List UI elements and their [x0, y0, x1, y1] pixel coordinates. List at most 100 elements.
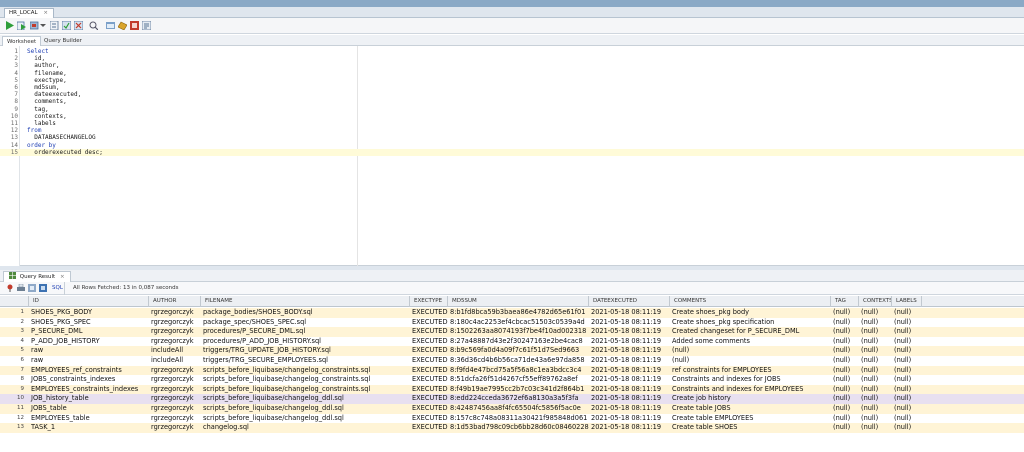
- table-row[interactable]: 11 JOBS_table rgrzegorczyk scripts_before_l…: [0, 404, 1024, 414]
- cell-md5sum[interactable]: 8:edd224cceda3672ef6a8130a3a5f3fa: [448, 394, 589, 404]
- cell-labels[interactable]: (null): [892, 423, 922, 433]
- cell-id[interactable]: raw: [29, 356, 149, 366]
- cell-md5sum[interactable]: 8:42487456aa8f4fc65504fc5856f5ac0e: [448, 404, 589, 414]
- tab-query-builder[interactable]: Query Builder: [40, 36, 86, 46]
- cell-dateexecuted[interactable]: 2021-05-18 08:11:19: [589, 356, 670, 366]
- table-row[interactable]: 7 EMPLOYEES_ref_constraints rgrzegorczyk sc…: [0, 365, 1024, 376]
- column-header-comments[interactable]: COMMENTS: [670, 296, 831, 307]
- table-row[interactable]: 5 raw includeAll triggers/TRG_UPDATE_JOB_HI…: [0, 346, 1024, 356]
- cell-contexts[interactable]: (null): [859, 327, 892, 337]
- format-icon[interactable]: [130, 21, 139, 30]
- code-line[interactable]: 5 exectype,: [0, 77, 1024, 84]
- cell-labels[interactable]: (null): [892, 308, 922, 318]
- cell-author[interactable]: rgrzegorczyk: [149, 375, 201, 385]
- cell-tag[interactable]: (null): [831, 318, 859, 328]
- cell-labels[interactable]: (null): [892, 356, 922, 366]
- cell-contexts[interactable]: (null): [859, 318, 892, 328]
- cell-contexts[interactable]: (null): [859, 356, 892, 366]
- cell-id[interactable]: EMPLOYEES_ref_constraints: [29, 366, 149, 376]
- code-line[interactable]: 6 md5sum,: [0, 84, 1024, 91]
- cell-labels[interactable]: (null): [892, 346, 922, 356]
- table-row[interactable]: 2 SHOES_PKG_SPEC rgrzegorczyk package_spec/…: [0, 317, 1024, 328]
- clear-eraser-icon[interactable]: [117, 21, 128, 31]
- column-header-filename[interactable]: FILENAME: [201, 296, 410, 307]
- cell-dateexecuted[interactable]: 2021-05-18 08:11:19: [589, 394, 670, 404]
- column-header-contexts[interactable]: CONTEXTS: [859, 296, 892, 307]
- cell-filename[interactable]: package_bodies/SHOES_BODY.sql: [201, 308, 410, 318]
- cell-dateexecuted[interactable]: 2021-05-18 08:11:19: [589, 375, 670, 385]
- run-statement-icon[interactable]: [5, 21, 14, 30]
- cell-id[interactable]: JOBS_constraints_indexes: [29, 375, 149, 385]
- cell-comments[interactable]: Added some comments: [670, 337, 831, 347]
- table-row[interactable]: 3 P_SECURE_DML rgrzegorczyk procedures/P_SE…: [0, 327, 1024, 337]
- cell-md5sum[interactable]: 8:36d36cd4b6b56ca71de43a6e97da858: [448, 356, 589, 366]
- cell-tag[interactable]: (null): [831, 346, 859, 356]
- cell-id[interactable]: JOB_history_table: [29, 394, 149, 404]
- cell-labels[interactable]: (null): [892, 385, 922, 395]
- cell-author[interactable]: rgrzegorczyk: [149, 308, 201, 318]
- cell-id[interactable]: SHOES_PKG_BODY: [29, 308, 149, 318]
- cell-dateexecuted[interactable]: 2021-05-18 08:11:19: [589, 414, 670, 424]
- result-grid[interactable]: ID AUTHOR FILENAME EXECTYPE MD5SUM DATEE…: [0, 296, 1024, 452]
- cell-contexts[interactable]: (null): [859, 394, 892, 404]
- cell-author[interactable]: rgrzegorczyk: [149, 385, 201, 395]
- column-header-dateexecuted[interactable]: DATEEXECUTED: [589, 296, 670, 307]
- cell-comments[interactable]: Create shoes_pkg body: [670, 308, 831, 318]
- cell-contexts[interactable]: (null): [859, 423, 892, 433]
- cell-dateexecuted[interactable]: 2021-05-18 08:11:19: [589, 346, 670, 356]
- cell-comments[interactable]: Create table JOBS: [670, 404, 831, 414]
- cell-comments[interactable]: Create shoes_pkg specification: [670, 318, 831, 328]
- cell-comments[interactable]: (null): [670, 346, 831, 356]
- cell-comments[interactable]: (null): [670, 356, 831, 366]
- cell-tag[interactable]: (null): [831, 404, 859, 414]
- cell-labels[interactable]: (null): [892, 337, 922, 347]
- cell-dateexecuted[interactable]: 2021-05-18 08:11:19: [589, 404, 670, 414]
- column-header-id[interactable]: ID: [29, 296, 149, 307]
- table-row[interactable]: 10 JOB_history_table rgrzegorczyk scripts_b…: [0, 394, 1024, 404]
- sql-tuning-icon[interactable]: [89, 21, 99, 31]
- cell-contexts[interactable]: (null): [859, 366, 892, 376]
- code-line[interactable]: 4 filename,: [0, 70, 1024, 77]
- cell-dateexecuted[interactable]: 2021-05-18 08:11:19: [589, 318, 670, 328]
- cell-exectype[interactable]: EXECUTED: [410, 318, 448, 328]
- cell-dateexecuted[interactable]: 2021-05-18 08:11:19: [589, 327, 670, 337]
- column-header-md5sum[interactable]: MD5SUM: [448, 296, 589, 307]
- cell-comments[interactable]: ref constraints for EMPLOYEES: [670, 366, 831, 376]
- code-line[interactable]: 13 DATABASECHANGELOG: [0, 134, 1024, 141]
- cell-exectype[interactable]: EXECUTED: [410, 385, 448, 395]
- commit-icon[interactable]: [61, 20, 72, 31]
- sql-worksheet-icon[interactable]: [141, 20, 152, 31]
- cell-md5sum[interactable]: 8:b1fd8bca59b3baea86e4782d65e61f01: [448, 308, 589, 318]
- cell-md5sum[interactable]: 8:157c8c748a08311a30421f985848d061: [448, 414, 589, 424]
- table-row[interactable]: 4 P_ADD_JOB_HISTORY rgrzegorczyk procedures…: [0, 336, 1024, 347]
- cell-filename[interactable]: scripts_before_liquibase/changelog_const…: [201, 385, 410, 395]
- cell-exectype[interactable]: EXECUTED: [410, 356, 448, 366]
- cell-id[interactable]: TASK_1: [29, 423, 149, 433]
- code-line[interactable]: 10 contexts,: [0, 113, 1024, 120]
- cell-tag[interactable]: (null): [831, 394, 859, 404]
- cell-tag[interactable]: (null): [831, 308, 859, 318]
- cell-id[interactable]: JOBS_table: [29, 404, 149, 414]
- cell-exectype[interactable]: EXECUTED: [410, 423, 448, 433]
- cell-id[interactable]: P_SECURE_DML: [29, 327, 149, 337]
- document-tab-hr-local[interactable]: HR_LOCAL ×: [4, 8, 54, 18]
- cell-comments[interactable]: Create job history: [670, 394, 831, 404]
- cell-filename[interactable]: changelog.sql: [201, 423, 410, 433]
- cell-comments[interactable]: Constraints and indexes for EMPLOYEES: [670, 385, 831, 395]
- close-icon[interactable]: ×: [60, 274, 65, 280]
- cell-md5sum[interactable]: 8:27a48887d43e2f30247163e2be4cac8: [448, 337, 589, 347]
- cell-md5sum[interactable]: 8:1d53bad798c09cb6bb28d60c08460228: [448, 423, 589, 433]
- cell-dateexecuted[interactable]: 2021-05-18 08:11:19: [589, 423, 670, 433]
- cell-exectype[interactable]: EXECUTED: [410, 327, 448, 337]
- cell-contexts[interactable]: (null): [859, 337, 892, 347]
- cell-tag[interactable]: (null): [831, 414, 859, 424]
- cell-labels[interactable]: (null): [892, 414, 922, 424]
- cell-comments[interactable]: Create table SHOES: [670, 423, 831, 433]
- cell-tag[interactable]: (null): [831, 375, 859, 385]
- export-icon[interactable]: [39, 284, 47, 292]
- cell-dateexecuted[interactable]: 2021-05-18 08:11:19: [589, 337, 670, 347]
- code-line[interactable]: 15 orderexecuted desc;: [0, 148, 1024, 156]
- cell-labels[interactable]: (null): [892, 375, 922, 385]
- close-icon[interactable]: ×: [43, 10, 48, 16]
- cell-labels[interactable]: (null): [892, 366, 922, 376]
